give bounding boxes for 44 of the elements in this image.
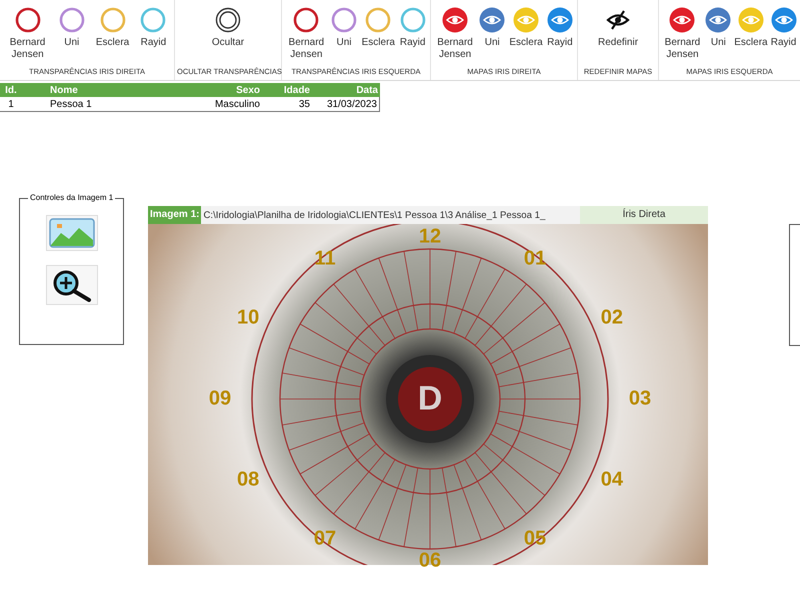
ribbon-button[interactable]: Esclera xyxy=(360,7,396,49)
table-cell-text: 31/03/2023 xyxy=(326,98,378,110)
clock-number: 12 xyxy=(418,226,442,248)
clock-number: 02 xyxy=(600,306,623,330)
image-label: Imagem 1: xyxy=(148,206,202,224)
ribbon-button[interactable]: Uni xyxy=(58,7,86,49)
ribbon-button[interactable]: Uni xyxy=(330,7,358,49)
ribbon-button[interactable]: Rayid xyxy=(770,7,798,49)
table-cell-text: 35 xyxy=(298,98,310,110)
group-box-title: Controles da Imagem 1 xyxy=(28,193,116,202)
ribbon-button[interactable]: Bernard Jensen xyxy=(285,7,328,61)
ribbon-button[interactable]: Rayid xyxy=(398,7,427,49)
column-header: Id. xyxy=(4,84,18,96)
ribbon-button[interactable]: Redefinir xyxy=(597,7,639,49)
ribbon-button[interactable]: Esclera xyxy=(94,7,130,49)
ribbon-button[interactable]: Ocultar xyxy=(210,7,246,49)
clock-number: 09 xyxy=(208,388,232,410)
ribbon-button[interactable]: Bernard Jensen xyxy=(434,7,476,61)
ribbon-button[interactable]: Rayid xyxy=(139,7,168,49)
file-path: C:\Iridologia\Planilha de Iridologia\CLIENTEs\1 Pessoa 1\3 Análise_1 Pessoa 1_ xyxy=(202,210,546,220)
zoom-button[interactable] xyxy=(46,265,98,305)
table-cell-text: Pessoa 1 xyxy=(49,98,93,110)
image-button[interactable] xyxy=(46,215,98,251)
clock-number: 03 xyxy=(628,388,652,410)
table-cell-text: Masculino xyxy=(214,98,260,110)
ribbon-button[interactable]: Esclera xyxy=(733,7,769,49)
ribbon-button[interactable]: Uni xyxy=(478,7,506,49)
ribbon-button[interactable]: Rayid xyxy=(546,7,574,49)
clock-number: 10 xyxy=(237,306,260,330)
column-header: Sexo xyxy=(235,84,260,96)
clock-number: 06 xyxy=(418,550,442,572)
side-label: Íris Direta xyxy=(580,206,708,224)
map-logo-letter: D xyxy=(418,380,442,418)
table-cell-text: 1 xyxy=(7,98,15,110)
column-header: Idade xyxy=(282,84,310,96)
picture-icon xyxy=(48,218,94,248)
ribbon-button[interactable]: Esclera xyxy=(508,7,544,49)
column-header: Data xyxy=(355,84,379,96)
clock-number: 04 xyxy=(600,468,623,492)
ribbon-button[interactable]: Uni xyxy=(704,7,732,49)
clock-number: 08 xyxy=(237,468,260,492)
column-header: Nome xyxy=(49,84,79,96)
ribbon-button[interactable]: Bernard Jensen xyxy=(6,7,49,61)
ribbon-button[interactable]: Bernard Jensen xyxy=(661,7,704,61)
